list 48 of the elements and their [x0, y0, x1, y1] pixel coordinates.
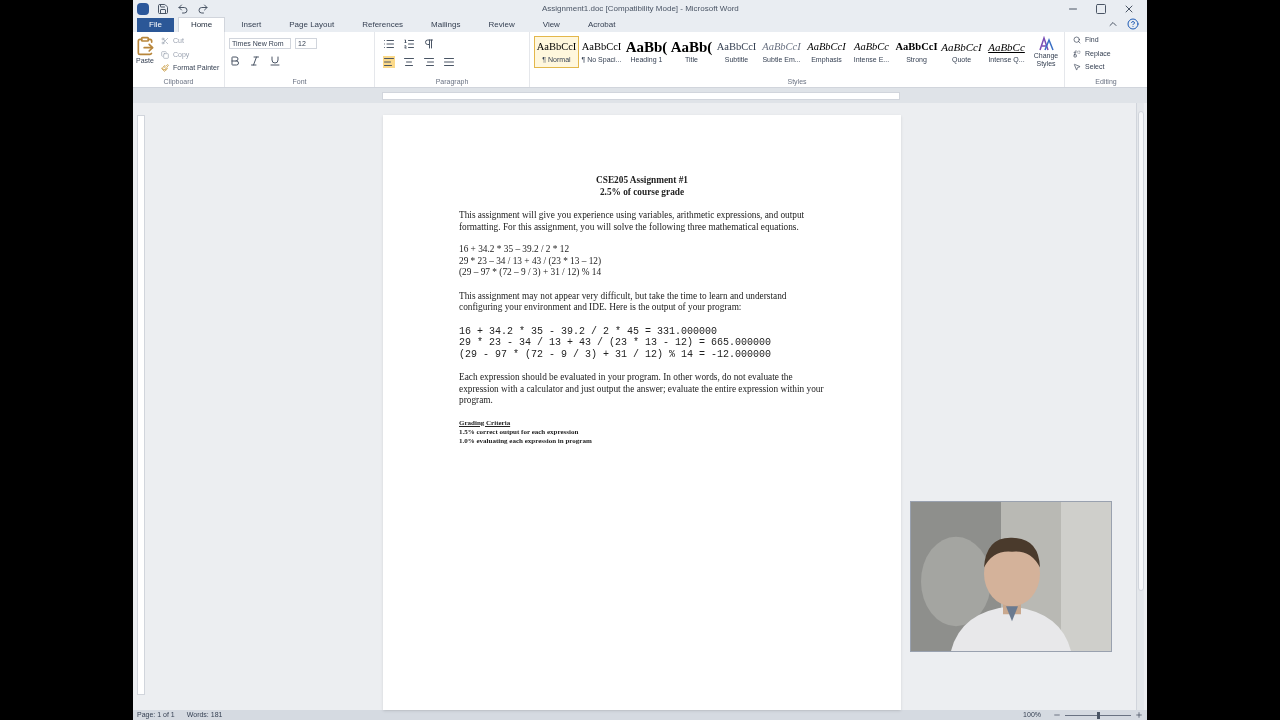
ribbon-tab[interactable]: Home [177, 17, 226, 32]
numbering-icon[interactable] [403, 38, 415, 50]
zoom-in-icon[interactable] [1135, 711, 1143, 719]
clipboard-icon [135, 36, 155, 56]
ribbon-tab[interactable]: Insert [229, 18, 274, 32]
word-logo-icon [137, 2, 149, 15]
paragraph: This assignment may not appear very difficult, but take the time to learn and understand configuring your environment and IDE. Here is the output of your program: [459, 290, 788, 314]
align-right-icon[interactable] [423, 56, 435, 68]
justify-icon[interactable] [443, 56, 455, 68]
document-title: CSE205 Assignment #1 [595, 175, 689, 187]
paintbrush-icon [161, 64, 169, 73]
equation: 29 * 23 – 34 / 13 + 43 / (23 * 13 – 12) [459, 255, 603, 267]
redo-icon[interactable] [197, 2, 209, 15]
equation: (29 – 97 * (72 – 9 / 3) + 31 / 12) % 14 [459, 267, 603, 279]
ribbon-tab[interactable]: Page Layout [277, 18, 347, 32]
letters-icon [1038, 36, 1054, 52]
align-center-icon[interactable] [403, 56, 415, 68]
scissors-icon [161, 37, 169, 46]
bold-icon[interactable] [229, 55, 241, 67]
ribbon-tab[interactable]: Mailings [419, 18, 473, 32]
pointer-icon [1073, 63, 1081, 72]
output-line: 16 + 34.2 * 35 - 39.2 / 2 * 45 = 331.000000 [459, 325, 719, 337]
help-icon[interactable] [1127, 18, 1139, 30]
ribbon-tab[interactable]: Acrobat [575, 18, 628, 32]
file-tab[interactable]: File [137, 18, 174, 32]
italic-icon[interactable] [249, 55, 261, 67]
bullets-icon[interactable] [383, 38, 395, 50]
replace-icon [1073, 49, 1081, 58]
align-left-icon[interactable] [383, 56, 395, 68]
maximize-icon[interactable] [1095, 2, 1107, 15]
paragraph: This assignment will give you experience using variables, arithmetic expressions, and output formatting. For this assignment, you will solve the following three mathematical equations. [459, 210, 806, 233]
underline-icon[interactable] [269, 55, 281, 67]
paragraph: Each expression should be evaluated in your program. In other words, do not evaluate the expression with a calculator and just output the answer; evaluate the entire expression within your program. [459, 372, 825, 407]
ribbon-tab[interactable]: Review [476, 18, 527, 32]
search-icon [1073, 36, 1081, 45]
ribbon-tab[interactable]: View [530, 18, 572, 32]
undo-icon[interactable] [177, 2, 189, 15]
copy-icon [161, 50, 169, 59]
scrollbar-thumb[interactable] [1137, 111, 1144, 591]
pilcrow-icon[interactable] [423, 38, 435, 50]
document-subtitle: 2.5% of course grade [598, 186, 686, 198]
output-line: (29 - 97 * (72 - 9 / 3) + 31 / 12) % 14 = -12.000000 [459, 348, 773, 360]
output-line: 29 * 23 - 34 / 13 + 43 / (23 * 13 - 12) = 665.000000 [459, 337, 773, 349]
window-title: Assignment1.doc [Compatibility Mode] - Microsoft Word [542, 2, 739, 15]
zoom-slider-thumb[interactable] [1097, 711, 1100, 719]
ribbon-tab[interactable]: References [350, 18, 416, 32]
equation: 16 + 34.2 * 35 – 39.2 / 2 * 12 [459, 244, 571, 256]
save-icon[interactable] [157, 2, 169, 15]
